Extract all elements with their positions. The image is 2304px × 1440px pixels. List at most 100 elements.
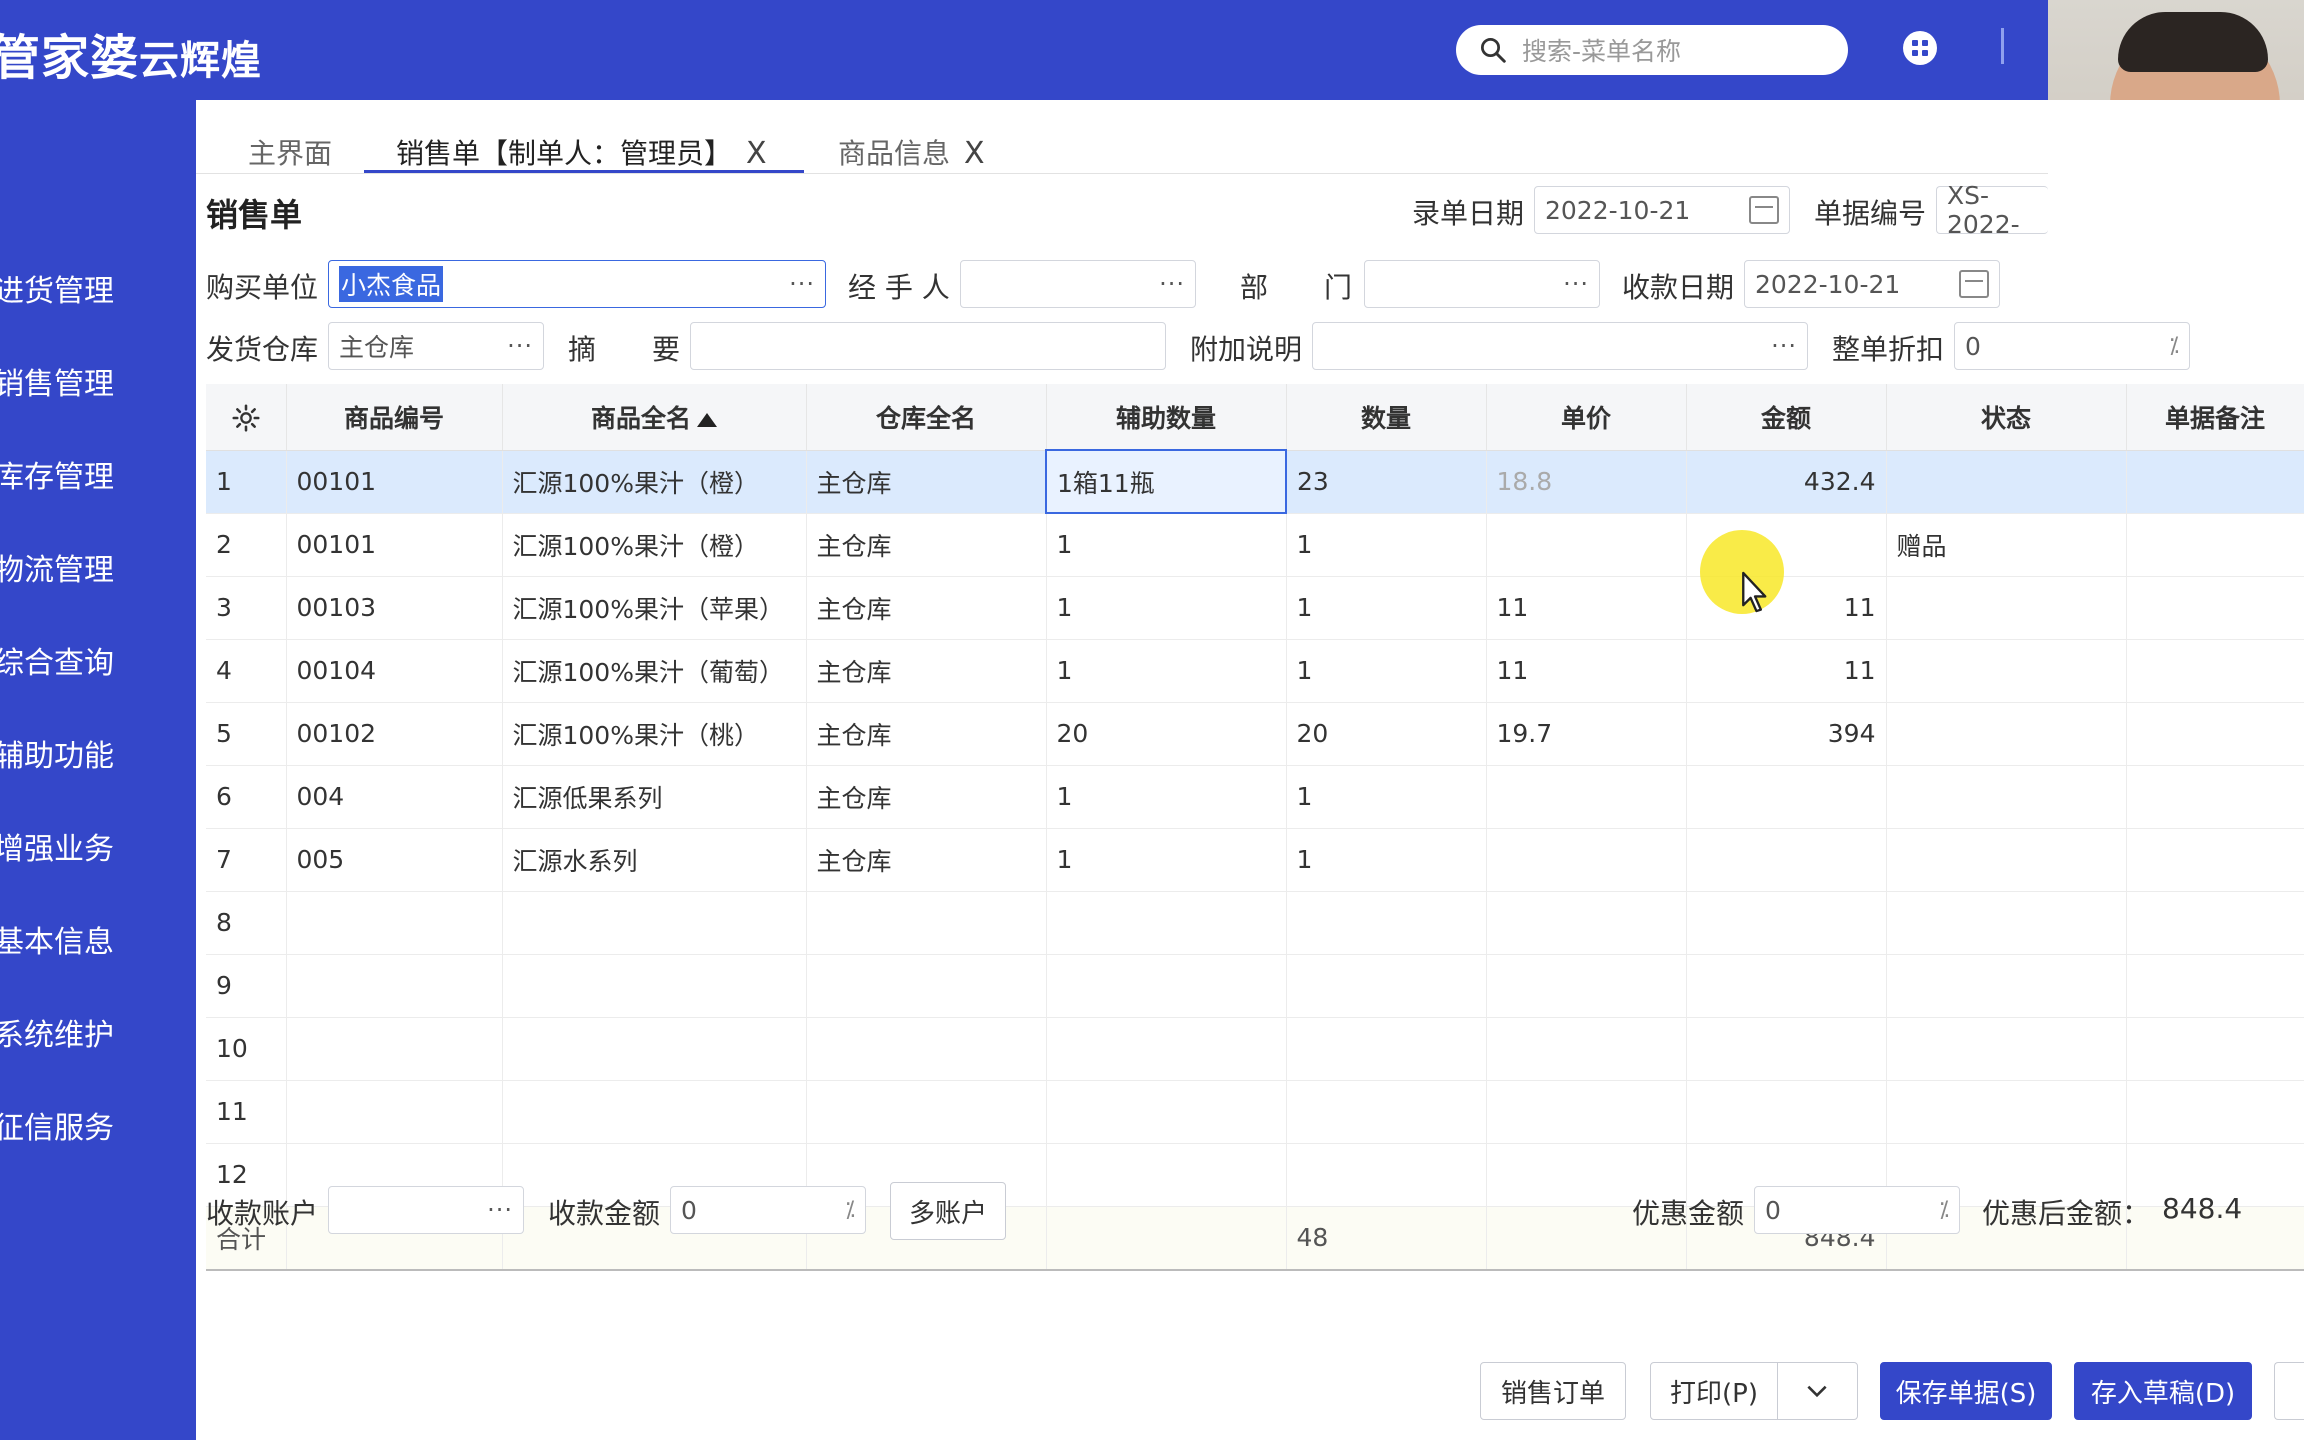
cell-remark[interactable] xyxy=(2126,954,2304,1018)
table-row[interactable]: 6 004 汇源低果系列 主仓库 1 1 xyxy=(206,765,2304,829)
cell-name[interactable] xyxy=(502,1080,807,1144)
sidebar-item-purchase[interactable]: 进货管理 xyxy=(0,266,114,310)
cell-qty[interactable]: 20 xyxy=(1286,702,1487,766)
cell-amount[interactable] xyxy=(1686,828,1887,892)
chevron-down-icon[interactable] xyxy=(1804,1378,1830,1404)
more-icon[interactable]: ··· xyxy=(1159,270,1185,298)
cell-name[interactable]: 汇源100%果汁（苹果） xyxy=(502,576,807,640)
cell-name[interactable] xyxy=(502,891,807,955)
cell-status[interactable] xyxy=(1886,576,2127,640)
cell-qty[interactable]: 1 xyxy=(1286,639,1487,703)
col-header-price[interactable]: 单价 xyxy=(1486,384,1687,451)
cell-aux-qty[interactable]: 1箱11瓶 xyxy=(1045,449,1287,514)
cell-warehouse[interactable]: 主仓库 xyxy=(806,639,1047,703)
cell-remark[interactable] xyxy=(2126,576,2304,640)
sidebar-item-basic-info[interactable]: 基本信息 xyxy=(0,917,114,961)
cell-price[interactable]: 11 xyxy=(1486,576,1687,640)
cell-code[interactable] xyxy=(286,891,503,955)
sidebar-item-logistics[interactable]: 物流管理 xyxy=(0,545,114,589)
cell-price[interactable]: 19.7 xyxy=(1486,702,1687,766)
col-header-warehouse[interactable]: 仓库全名 xyxy=(806,384,1047,451)
cell-amount[interactable] xyxy=(1686,954,1887,1018)
cell-remark[interactable] xyxy=(2126,702,2304,766)
cell-price[interactable] xyxy=(1486,891,1687,955)
cell-price[interactable] xyxy=(1486,1080,1687,1144)
cell-qty[interactable] xyxy=(1286,1080,1487,1144)
sidebar-item-query[interactable]: 综合查询 xyxy=(0,638,114,682)
cell-code[interactable]: 00104 xyxy=(286,639,503,703)
tab-home[interactable]: 主界面 xyxy=(248,132,332,172)
cell-qty[interactable]: 1 xyxy=(1286,765,1487,829)
sidebar-item-inventory[interactable]: 库存管理 xyxy=(0,452,114,496)
cell-aux-qty[interactable] xyxy=(1046,1080,1287,1144)
table-row[interactable]: 7 005 汇源水系列 主仓库 1 1 xyxy=(206,828,2304,892)
cell-warehouse[interactable]: 主仓库 xyxy=(806,702,1047,766)
cell-qty[interactable] xyxy=(1286,1017,1487,1081)
cell-qty[interactable]: 1 xyxy=(1286,828,1487,892)
col-header-code[interactable]: 商品编号 xyxy=(286,384,503,451)
cell-amount[interactable] xyxy=(1686,891,1887,955)
gear-icon[interactable] xyxy=(232,404,260,432)
cell-amount[interactable]: 432.4 xyxy=(1686,450,1887,514)
menu-search-input[interactable]: 搜索-菜单名称 xyxy=(1456,25,1848,75)
cell-status[interactable] xyxy=(1886,1080,2127,1144)
pay-amount-field[interactable]: 0 ⁒ xyxy=(670,1186,866,1234)
warehouse-field[interactable]: 主仓库 ··· xyxy=(328,322,544,370)
cell-aux-qty[interactable]: 1 xyxy=(1046,639,1287,703)
cell-amount[interactable] xyxy=(1686,1017,1887,1081)
cell-code[interactable]: 00101 xyxy=(286,513,503,577)
col-header-qty[interactable]: 数量 xyxy=(1286,384,1487,451)
col-header-amount[interactable]: 金额 xyxy=(1686,384,1887,451)
cell-qty[interactable] xyxy=(1286,891,1487,955)
cell-code[interactable] xyxy=(286,954,503,1018)
sidebar-item-sales[interactable]: 销售管理 xyxy=(0,359,114,403)
cell-status[interactable] xyxy=(1886,954,2127,1018)
more-icon[interactable]: ··· xyxy=(487,1196,513,1224)
sales-order-button[interactable]: 销售订单 xyxy=(1480,1362,1626,1420)
table-row[interactable]: 9 xyxy=(206,954,2304,1018)
cell-status[interactable] xyxy=(1886,891,2127,955)
apps-grid-icon[interactable] xyxy=(1902,30,1938,66)
sidebar-item-enhanced[interactable]: 增强业务 xyxy=(0,824,114,868)
calendar-icon[interactable] xyxy=(1749,196,1779,224)
note-field[interactable]: ··· xyxy=(1312,322,1808,370)
cell-code[interactable]: 005 xyxy=(286,828,503,892)
cell-code[interactable] xyxy=(286,1080,503,1144)
cell-code[interactable]: 00103 xyxy=(286,576,503,640)
cell-price[interactable] xyxy=(1486,513,1687,577)
cell-qty[interactable] xyxy=(1286,954,1487,1018)
cell-aux-qty[interactable]: 1 xyxy=(1046,513,1287,577)
more-icon[interactable]: ··· xyxy=(507,332,533,360)
cell-code[interactable]: 00101 xyxy=(286,450,503,514)
cell-code[interactable]: 004 xyxy=(286,765,503,829)
close-icon[interactable]: X xyxy=(746,136,767,171)
cell-status[interactable] xyxy=(1886,765,2127,829)
cell-name[interactable]: 汇源100%果汁（葡萄） xyxy=(502,639,807,703)
cell-aux-qty[interactable] xyxy=(1046,1017,1287,1081)
cell-warehouse[interactable] xyxy=(806,1080,1047,1144)
cell-amount[interactable]: 11 xyxy=(1686,639,1887,703)
cell-remark[interactable] xyxy=(2126,639,2304,703)
cell-warehouse[interactable] xyxy=(806,1017,1047,1081)
cell-qty[interactable] xyxy=(1286,1143,1487,1207)
cell-code[interactable]: 00102 xyxy=(286,702,503,766)
multi-account-button[interactable]: 多账户 xyxy=(890,1182,1006,1240)
cell-name[interactable]: 汇源水系列 xyxy=(502,828,807,892)
cell-price[interactable] xyxy=(1486,1017,1687,1081)
cell-name[interactable] xyxy=(502,1017,807,1081)
cell-qty[interactable]: 1 xyxy=(1286,576,1487,640)
sidebar-item-aux[interactable]: 辅助功能 xyxy=(0,731,114,775)
cell-remark[interactable] xyxy=(2126,1017,2304,1081)
cell-warehouse[interactable] xyxy=(806,954,1047,1018)
more-icon[interactable]: ··· xyxy=(1563,270,1589,298)
table-row[interactable]: 1 00101 汇源100%果汁（橙） 主仓库 1箱11瓶 23 18.8 432.4 xyxy=(206,449,2304,514)
doc-no-field[interactable]: XS-2022- xyxy=(1936,181,2048,239)
more-icon[interactable]: ··· xyxy=(789,270,815,298)
cell-warehouse[interactable]: 主仓库 xyxy=(806,513,1047,577)
table-row[interactable]: 11 xyxy=(206,1080,2304,1144)
dept-field[interactable]: ··· xyxy=(1364,260,1600,308)
col-header-status[interactable]: 状态 xyxy=(1886,384,2127,451)
handler-field[interactable]: ··· xyxy=(960,260,1196,308)
table-row[interactable]: 3 00103 汇源100%果汁（苹果） 主仓库 1 1 11 11 xyxy=(206,576,2304,640)
cell-aux-qty[interactable]: 1 xyxy=(1046,765,1287,829)
